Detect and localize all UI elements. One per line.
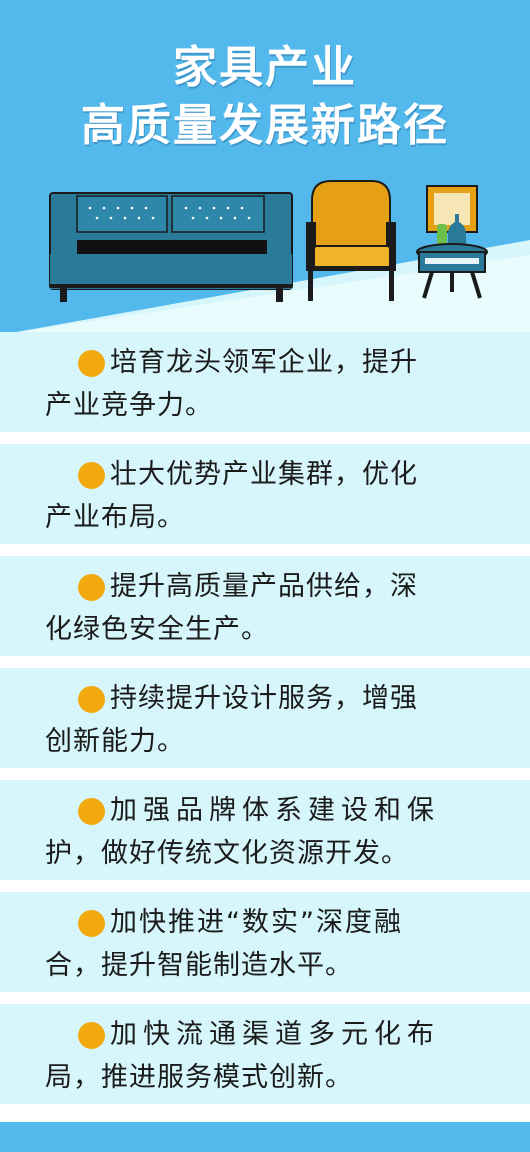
furniture-illustration: [49, 180, 488, 302]
item-line-2: 产业竞争力。: [45, 390, 213, 421]
title-line-2: 高质量发展新路径: [81, 100, 449, 151]
list-item: 培育龙头领军企业，提升 产业竞争力。: [0, 332, 530, 432]
item-line-1: 壮大优势产业集群，优化: [110, 459, 418, 490]
list-item: 加强品牌体系建设和保 护，做好传统文化资源开发。: [0, 780, 530, 880]
item-line-1: 加快推进“数实”深度融: [110, 907, 403, 938]
list-item: 提升高质量产品供给，深 化绿色安全生产。: [0, 556, 530, 656]
item-line-2: 化绿色安全生产。: [45, 614, 269, 645]
item-line-1: 持续提升设计服务，增强: [110, 683, 418, 714]
list-item: 加快流通渠道多元化布 局，推进服务模式创新。: [0, 1004, 530, 1104]
item-line-1: 加快流通渠道多元化布: [110, 1019, 440, 1050]
item-line-2: 创新能力。: [45, 726, 185, 757]
item-line-2: 合，提升智能制造水平。: [45, 950, 353, 981]
sofa-illustration: [49, 192, 293, 302]
list-item: 壮大优势产业集群，优化 产业布局。: [0, 444, 530, 544]
item-line-2: 产业布局。: [45, 502, 185, 533]
list-item: 持续提升设计服务，增强 创新能力。: [0, 668, 530, 768]
header-banner: 家具产业 高质量发展新路径: [0, 0, 530, 335]
item-line-1: 加强品牌体系建设和保: [110, 795, 440, 826]
list-item: 加快推进“数实”深度融 合，提升智能制造水平。: [0, 892, 530, 992]
armchair-illustration: [306, 180, 396, 301]
item-line-2: 局，推进服务模式创新。: [45, 1062, 353, 1093]
item-line-1: 提升高质量产品供给，深: [110, 571, 418, 602]
footer-bar: [0, 1122, 530, 1152]
title-line-1: 家具产业: [173, 42, 357, 93]
item-line-1: 培育龙头领军企业，提升: [110, 347, 418, 378]
item-line-2: 护，做好传统文化资源开发。: [45, 838, 409, 869]
side-table-illustration: [416, 185, 488, 299]
